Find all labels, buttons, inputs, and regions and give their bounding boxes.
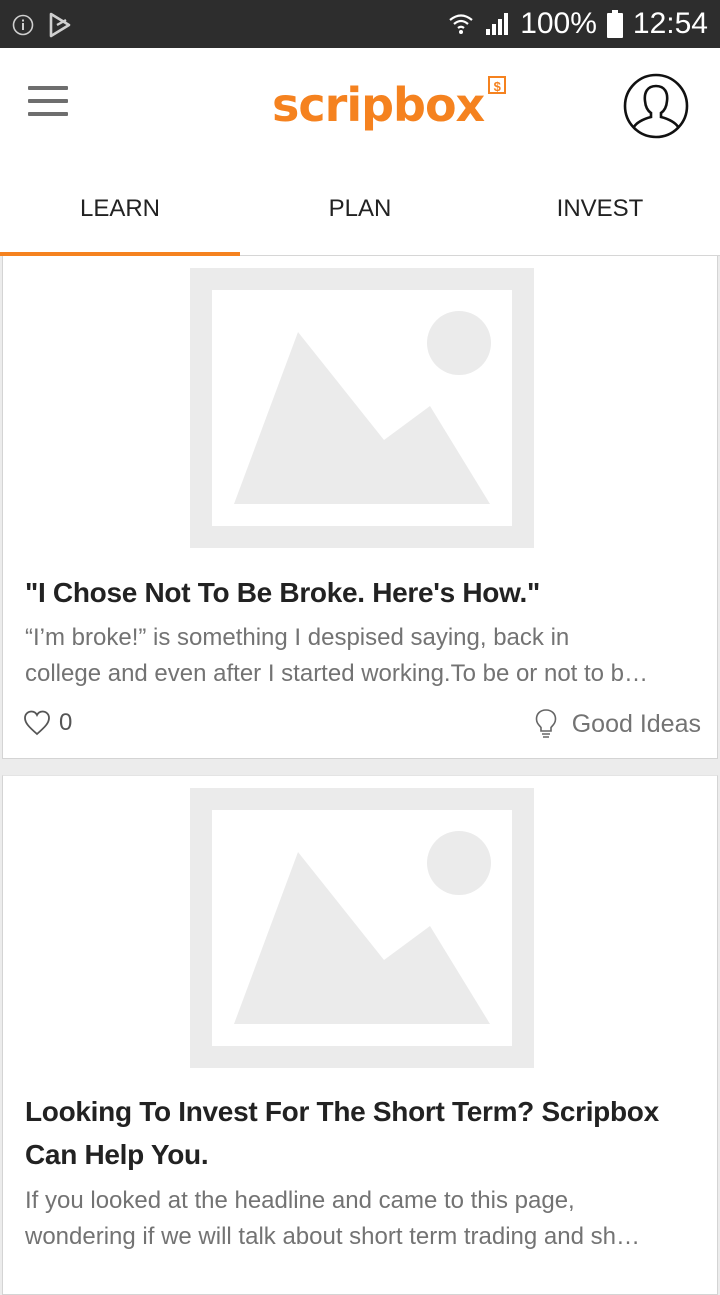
user-avatar-icon xyxy=(623,73,689,139)
profile-button[interactable] xyxy=(623,73,689,139)
like-count: 0 xyxy=(59,709,73,736)
battery-percent: 100% xyxy=(520,7,597,40)
info-icon xyxy=(12,14,34,36)
excerpt-line: If you looked at the headline and came t… xyxy=(25,1187,575,1214)
image-placeholder-icon xyxy=(190,268,534,548)
title-line: Looking To Invest For The Short Term? Sc… xyxy=(25,1096,659,1127)
status-bar: 100% 12:54 xyxy=(0,0,720,48)
menu-icon-line xyxy=(28,112,68,116)
lightbulb-icon xyxy=(535,709,557,738)
play-store-icon xyxy=(49,12,71,38)
article-image xyxy=(3,776,717,1073)
tab-invest[interactable]: INVEST xyxy=(480,158,720,255)
menu-icon xyxy=(28,86,68,90)
scripbox-logo: scripbox $ xyxy=(272,70,507,140)
logo-text: scripbox xyxy=(272,78,485,132)
category-link[interactable]: Good Ideas xyxy=(534,708,701,740)
article-excerpt: If you looked at the headline and came t… xyxy=(25,1183,701,1255)
image-placeholder-icon xyxy=(190,788,534,1068)
category-label: Good Ideas xyxy=(571,709,701,738)
wifi-icon xyxy=(449,14,473,34)
article-title: "I Chose Not To Be Broke. Here's How." xyxy=(25,577,541,608)
menu-icon-line xyxy=(28,99,68,103)
tab-plan[interactable]: PLAN xyxy=(240,158,480,255)
tab-learn[interactable]: LEARN xyxy=(0,158,240,256)
excerpt-line: college and even after I started working… xyxy=(25,660,649,687)
signal-icon xyxy=(486,13,509,35)
heart-icon xyxy=(24,710,50,736)
logo-badge: $ xyxy=(488,76,507,94)
article-card[interactable]: Looking To Invest For The Short Term? Sc… xyxy=(2,775,718,1295)
battery-icon xyxy=(606,10,623,38)
like-button[interactable]: 0 xyxy=(23,709,72,737)
excerpt-line: “I’m broke!” is something I despised say… xyxy=(25,624,570,651)
article-card[interactable]: "I Chose Not To Be Broke. Here's How." “… xyxy=(2,256,718,759)
article-image xyxy=(3,256,717,553)
article-title: Looking To Invest For The Short Term? Sc… xyxy=(25,1090,705,1176)
tab-bar: LEARN PLAN INVEST xyxy=(0,158,720,256)
excerpt-line: wondering if we will talk about short te… xyxy=(25,1223,640,1250)
article-excerpt: “I’m broke!” is something I despised say… xyxy=(25,620,701,692)
menu-button[interactable] xyxy=(28,86,68,118)
clock: 12:54 xyxy=(632,7,708,40)
app-bar: scripbox $ xyxy=(0,48,720,158)
title-line: Can Help You. xyxy=(25,1139,209,1170)
